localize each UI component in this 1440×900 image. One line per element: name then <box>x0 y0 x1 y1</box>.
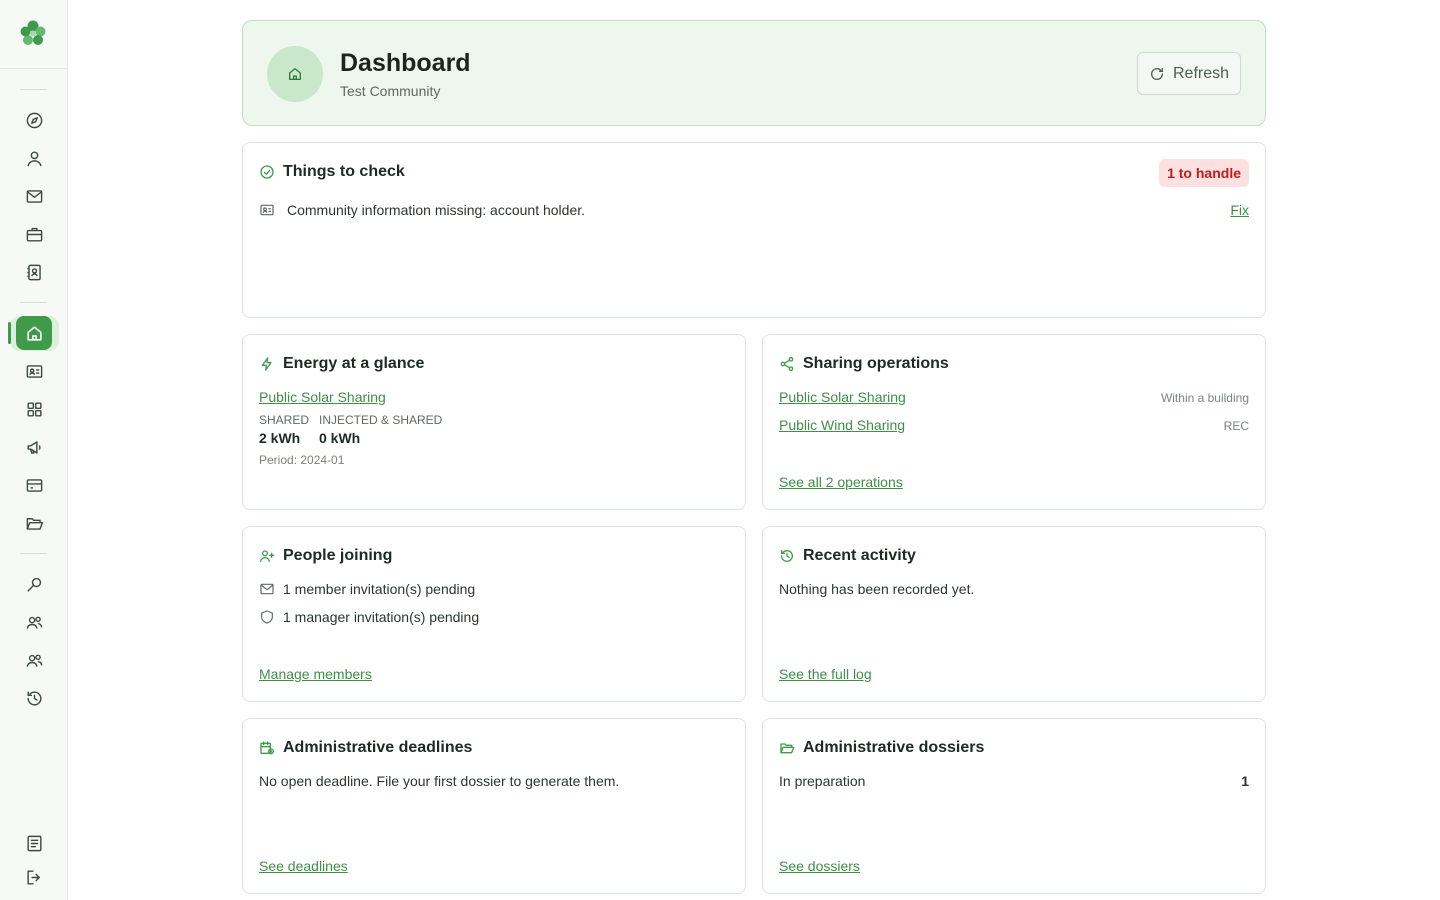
id-card-icon <box>260 204 274 216</box>
energy-card: Energy at a glance Public Solar Sharing … <box>242 334 746 510</box>
home-icon <box>26 325 42 341</box>
nav-contacts[interactable] <box>16 255 52 289</box>
check-item: Community information missing: account h… <box>259 202 585 218</box>
logout-icon <box>26 869 40 885</box>
sidebar-divider <box>20 302 47 303</box>
sidebar-divider <box>20 89 47 90</box>
operation-link[interactable]: Public Solar Sharing <box>259 389 386 405</box>
folder-open-icon <box>780 743 795 754</box>
nav-managers[interactable] <box>16 643 52 677</box>
nav-dossiers[interactable] <box>16 506 52 540</box>
nav-admin-tools[interactable] <box>16 567 52 601</box>
operation-type: REC <box>1223 419 1249 433</box>
nav-docs[interactable] <box>16 826 52 860</box>
user-icon <box>26 150 42 166</box>
community-name: Test Community <box>340 83 441 99</box>
contact-book-icon <box>26 264 41 280</box>
refresh-label: Refresh <box>1172 64 1230 82</box>
nav-active-indicator <box>8 322 11 344</box>
page-title: Dashboard <box>340 49 471 77</box>
mail-icon <box>260 583 274 595</box>
people-joining-card: People joining 1 member invitation(s) pe… <box>242 526 746 702</box>
nav-logout[interactable] <box>16 860 52 894</box>
see-deadlines-link[interactable]: See deadlines <box>259 858 348 874</box>
app-logo-icon[interactable] <box>18 18 48 48</box>
things-to-check-card: Things to check 1 to handle Community in… <box>242 142 1266 318</box>
card-title: Energy at a glance <box>259 355 424 373</box>
activity-empty-text: Nothing has been recorded yet. <box>779 581 975 597</box>
calendar-clock-icon <box>260 741 274 755</box>
nav-messages[interactable] <box>16 179 52 213</box>
card-title: Things to check <box>259 163 405 181</box>
nav-dashboard[interactable] <box>16 316 52 350</box>
operation-link[interactable]: Public Wind Sharing <box>779 417 905 433</box>
folder-open-icon <box>26 517 43 530</box>
status-badge: 1 to handle <box>1159 159 1249 187</box>
history-icon <box>26 690 42 706</box>
dossiers-card: Administrative dossiers In preparation 1… <box>762 718 1266 894</box>
share-icon <box>780 357 794 371</box>
lightning-icon <box>261 357 272 371</box>
nav-operations[interactable] <box>16 392 52 426</box>
period: Period: 2024-01 <box>259 453 345 467</box>
briefcase-icon <box>26 227 42 242</box>
nav-portfolio[interactable] <box>16 217 52 251</box>
dossier-status-label: In preparation <box>779 773 866 789</box>
nav-profile[interactable] <box>16 141 52 175</box>
check-item-text: Community information missing: account h… <box>287 202 586 218</box>
injected-label: INJECTED & SHARED <box>319 413 443 427</box>
fix-link[interactable]: Fix <box>1230 202 1249 218</box>
shared-label: SHARED <box>259 413 310 427</box>
recent-activity-card: Recent activity Nothing has been recorde… <box>762 526 1266 702</box>
operation-type: Within a building <box>1160 391 1249 405</box>
community-avatar <box>267 46 323 102</box>
nav-billing[interactable] <box>16 468 52 502</box>
grid-icon <box>26 401 42 417</box>
id-card-icon <box>26 364 42 378</box>
nav-announcements[interactable] <box>16 430 52 464</box>
users-icon <box>26 616 42 629</box>
nav-community-info[interactable] <box>16 354 52 388</box>
wrench-icon <box>26 577 41 592</box>
member-invites-row: 1 member invitation(s) pending <box>259 581 475 597</box>
sidebar-divider <box>20 553 47 554</box>
card-title: Administrative dossiers <box>779 739 984 757</box>
refresh-button[interactable]: Refresh <box>1137 52 1241 95</box>
sidebar <box>0 0 68 900</box>
manage-members-link[interactable]: Manage members <box>259 666 372 682</box>
injected-value: 0 kWh <box>319 430 361 446</box>
card-title: Sharing operations <box>779 355 949 373</box>
compass-icon <box>26 112 42 128</box>
credit-card-icon <box>26 478 42 492</box>
check-circle-icon <box>260 165 274 179</box>
nav-explore[interactable] <box>16 103 52 137</box>
nav-members[interactable] <box>16 605 52 639</box>
user-plus-icon <box>260 550 275 562</box>
sidebar-divider <box>0 68 68 69</box>
full-log-link[interactable]: See the full log <box>779 666 872 682</box>
deadlines-empty-text: No open deadline. File your first dossie… <box>259 773 620 789</box>
mail-icon <box>26 189 42 203</box>
dashboard-header: Dashboard Test Community Refresh <box>242 20 1266 126</box>
see-all-operations-link[interactable]: See all 2 operations <box>779 474 903 490</box>
see-dossiers-link[interactable]: See dossiers <box>779 858 860 874</box>
card-title: Administrative deadlines <box>259 739 472 757</box>
megaphone-icon <box>26 440 41 454</box>
home-icon <box>289 68 301 80</box>
manager-invites-row: 1 manager invitation(s) pending <box>259 609 479 625</box>
shared-value: 2 kWh <box>259 430 301 446</box>
shield-icon <box>261 610 273 624</box>
nav-history[interactable] <box>16 681 52 715</box>
dossier-status-count: 1 <box>1241 773 1249 789</box>
document-icon <box>26 835 42 851</box>
card-title: Recent activity <box>779 547 916 565</box>
card-title: People joining <box>259 547 392 565</box>
operation-link[interactable]: Public Solar Sharing <box>779 389 906 405</box>
deadlines-card: Administrative deadlines No open deadlin… <box>242 718 746 894</box>
history-icon <box>781 550 793 562</box>
users-icon <box>26 654 42 667</box>
sharing-operations-card: Sharing operations Public Solar Sharing … <box>762 334 1266 510</box>
refresh-icon <box>1150 67 1163 80</box>
